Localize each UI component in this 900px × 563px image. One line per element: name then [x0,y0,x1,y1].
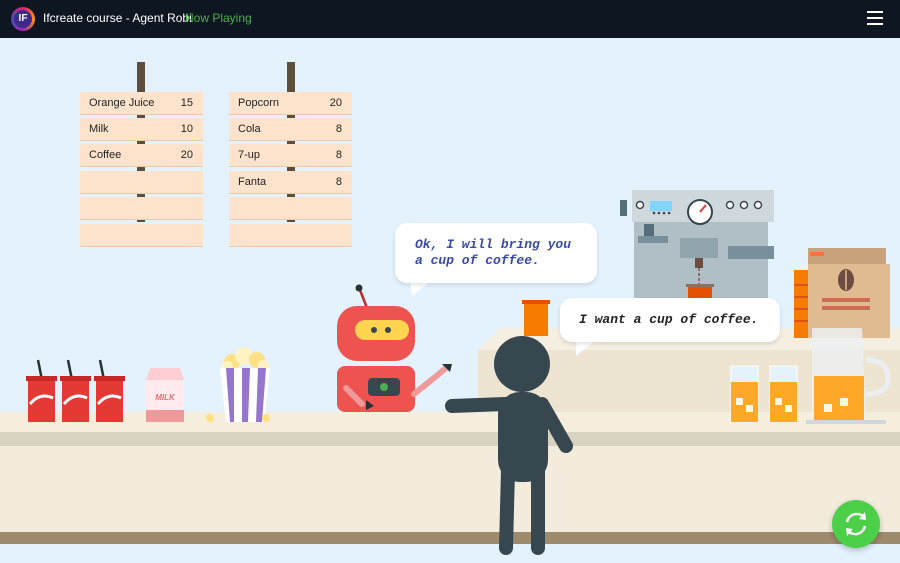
refresh-icon [845,512,867,536]
menu-row: Popcorn 20 [229,92,352,115]
menu-item-name: Cola [238,123,261,135]
menu-item-name: Popcorn [238,97,279,109]
robot-speech-line1: Ok, I will bring you [415,237,572,252]
menu-row: Milk 10 [80,118,203,141]
popcorn-bucket [206,347,270,422]
menu-row: 7-up 8 [229,144,352,167]
menu-row [80,197,203,220]
cola-cups [26,359,125,422]
menu-item-name: Fanta [238,176,267,188]
menu-item-price: 8 [335,176,342,188]
menu-row: Coffee 20 [80,144,203,167]
robot-speech-bubble: Ok, I will bring you a cup of coffee. [395,223,597,283]
menu-item-price: 8 [335,149,342,161]
menu-item-price: 20 [180,149,193,161]
menu-row [229,197,352,220]
menu-row: Cola 8 [229,118,352,141]
customer-speech-bubble: I want a cup of coffee. [560,298,780,342]
menu-row [80,224,203,247]
refresh-button[interactable] [832,500,880,548]
menu-item-name: Orange Juice [89,97,155,109]
robot-character [337,284,452,412]
menu-item-name: 7-up [238,149,261,161]
menu-row: Orange Juice 15 [80,92,203,115]
menu-item-name: Coffee [89,149,122,161]
menu-row: Fanta 8 [229,171,352,194]
customer-speech-text: I want a cup of coffee. [579,312,759,327]
menu-item-price: 8 [335,123,342,135]
robot-speech-line2: a cup of coffee. [415,253,540,268]
menu-item-name: Milk [89,123,109,135]
milk-carton-label: MILK [155,393,175,402]
menu-row [80,171,203,194]
menu-item-price: 20 [329,97,342,109]
menu-row [229,224,352,247]
front-counter [0,412,900,544]
menu-item-price: 10 [180,123,193,135]
menu-item-price: 15 [180,97,193,109]
coffee-bean-bag [808,248,890,338]
